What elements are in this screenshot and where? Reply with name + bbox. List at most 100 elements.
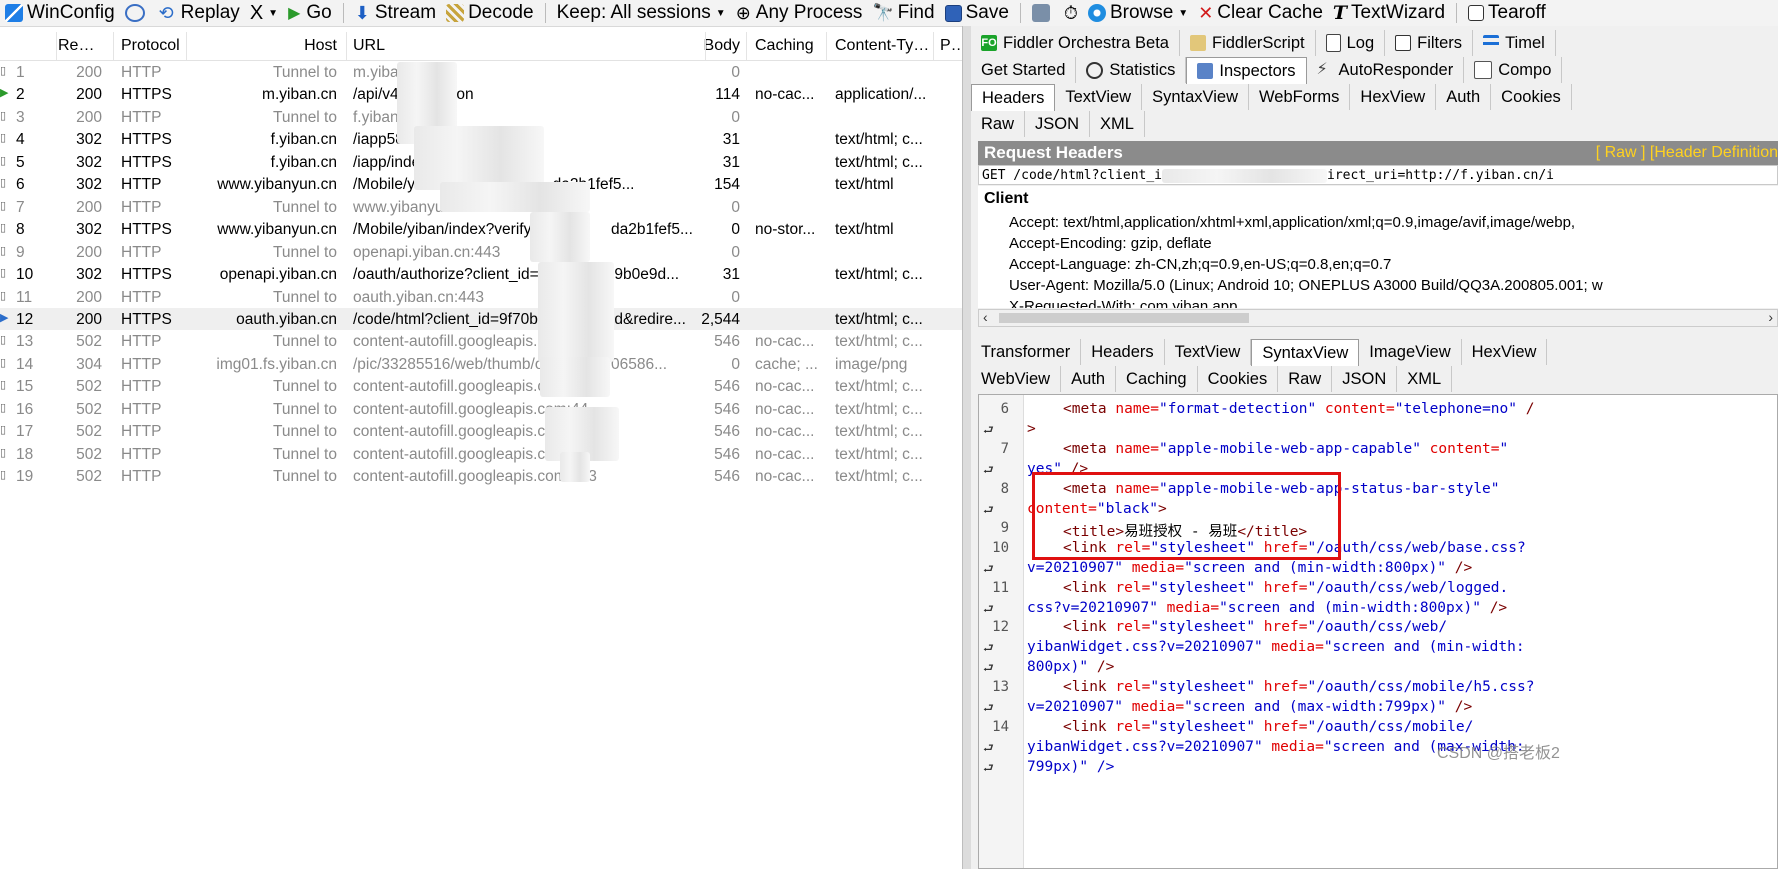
- find-button[interactable]: 🔭 Find: [867, 0, 939, 26]
- tab-response-caching[interactable]: Caching: [1116, 366, 1198, 392]
- tab-composer[interactable]: Compo: [1464, 57, 1563, 83]
- row-result: 502: [76, 423, 102, 441]
- tab-response-transformer[interactable]: Transformer: [971, 339, 1082, 365]
- tab-response-raw[interactable]: Raw: [1278, 366, 1333, 392]
- header-x-requested-with[interactable]: X-Requested-With: com.yiban.app: [1009, 298, 1237, 308]
- table-row[interactable]: ▯ 11 200 HTTP Tunnel to oauth.yiban.cn:443 0: [0, 286, 962, 309]
- tab-response-headers[interactable]: Headers: [1081, 339, 1165, 365]
- header-links[interactable]: [ Raw ] [Header Definition: [1596, 144, 1778, 162]
- column-header-result[interactable]: Result: [58, 37, 102, 55]
- column-header-body[interactable]: Body: [680, 37, 740, 55]
- stream-button[interactable]: ⬇ Stream: [350, 0, 441, 26]
- tab-request-xml[interactable]: XML: [1090, 111, 1145, 137]
- tearoff-button[interactable]: Tearoff: [1463, 0, 1551, 26]
- tab-filters[interactable]: Filters: [1385, 30, 1474, 56]
- table-row[interactable]: ▯ 18 502 HTTP Tunnel to content-autofill.goog…: [0, 443, 962, 466]
- save-button[interactable]: Save: [940, 0, 1014, 26]
- row-number: 8: [16, 221, 25, 239]
- tab-fiddler-orchestra[interactable]: FO Fiddler Orchestra Beta: [971, 30, 1180, 56]
- tab-request-hexview[interactable]: HexView: [1350, 84, 1437, 110]
- tab-autoresponder[interactable]: ⚡ AutoResponder: [1307, 57, 1465, 83]
- tab-statistics[interactable]: Statistics: [1076, 57, 1187, 83]
- tab-response-webview[interactable]: WebView: [971, 366, 1062, 392]
- comment-button[interactable]: [120, 0, 154, 26]
- table-row[interactable]: ▯ 15 502 HTTP Tunnel to content-autofill.goog…: [0, 375, 962, 398]
- any-process-button[interactable]: ⊕ Any Process: [731, 0, 868, 26]
- tab-response-auth[interactable]: Auth: [1061, 366, 1117, 392]
- tab-response-cookies[interactable]: Cookies: [1198, 366, 1279, 392]
- table-row[interactable]: ▶2200HTTPSm.yiban.cn/api/v4/ation114no-c…: [0, 83, 962, 106]
- table-row[interactable]: ▯ 8 302 HTTPS www.yibanyun.cn/Mobile/yiban/i…: [0, 218, 962, 241]
- chevron-right-icon[interactable]: ›: [1768, 309, 1773, 325]
- textwizard-button[interactable]: T TextWizard: [1328, 0, 1450, 26]
- browse-button[interactable]: Browse ▼: [1083, 0, 1193, 26]
- tab-inspectors[interactable]: Inspectors: [1186, 57, 1307, 84]
- column-header-url[interactable]: URL: [353, 37, 673, 55]
- table-row[interactable]: ▯ 13 502 HTTP Tunnel to content-autofill.goog…: [0, 330, 962, 353]
- keep-sessions-dropdown[interactable]: Keep: All sessions ▼: [552, 0, 731, 26]
- tab-request-webforms[interactable]: WebForms: [1249, 84, 1351, 110]
- row-url: openapi.yiban.cn:443: [353, 243, 501, 261]
- remove-button[interactable]: X ▼: [245, 0, 283, 26]
- table-row[interactable]: ▯ 17 502 HTTP Tunnel to content-autofill.goog…: [0, 420, 962, 443]
- tab-request-textview[interactable]: TextView: [1055, 84, 1143, 110]
- header-accept-encoding[interactable]: Accept-Encoding: gzip, deflate: [1009, 235, 1212, 252]
- tab-request-syntaxview[interactable]: SyntaxView: [1142, 84, 1250, 110]
- column-header-process[interactable]: Pro: [940, 37, 962, 55]
- tab-request-cookies[interactable]: Cookies: [1491, 84, 1572, 110]
- table-row[interactable]: ▯ 19 502 HTTP Tunnel to content-autofill.goog…: [0, 465, 962, 488]
- tab-response-xml[interactable]: XML: [1397, 366, 1453, 392]
- table-row[interactable]: ▯ 14 304 HTTP img01.fs.yiban.cn/pic/33285516…: [0, 353, 962, 376]
- row-url: content-autofill.googleapis.com:443: [353, 423, 597, 441]
- table-row[interactable]: ▶ 12 200 HTTPS oauth.yiban.cn/code/html?clie…: [0, 307, 962, 331]
- tab-response-syntaxview[interactable]: SyntaxView: [1251, 339, 1360, 366]
- screenshot-button[interactable]: [1027, 0, 1059, 26]
- header-horizontal-scrollbar[interactable]: ‹ ›: [978, 309, 1778, 327]
- column-header-protocol[interactable]: Protocol: [121, 37, 185, 55]
- row-host: Tunnel to: [272, 198, 337, 216]
- lightning-icon: ⚡: [1316, 61, 1328, 78]
- row-host: Tunnel to: [272, 423, 337, 441]
- decode-button[interactable]: Decode: [441, 0, 539, 26]
- row-protocol: HTTPS: [121, 86, 172, 104]
- column-header-host[interactable]: Host: [186, 37, 337, 55]
- tab-fiddlerscript[interactable]: FiddlerScript: [1180, 30, 1316, 56]
- tab-request-json[interactable]: JSON: [1025, 111, 1091, 137]
- tab-response-imageview[interactable]: ImageView: [1359, 339, 1462, 365]
- clear-cache-button[interactable]: ✕ Clear Cache: [1193, 0, 1328, 26]
- go-button[interactable]: ▶ Go: [283, 0, 337, 26]
- winconfig-button[interactable]: WinConfig: [0, 0, 120, 26]
- tab-timeline[interactable]: Timel: [1473, 30, 1556, 56]
- tab-log[interactable]: Log: [1316, 30, 1386, 56]
- tab-request-raw[interactable]: Raw: [971, 111, 1026, 137]
- row-host: img01.fs.yiban.cn: [216, 355, 337, 373]
- row-result: 200: [76, 86, 102, 104]
- row-caching: no-cac...: [755, 400, 815, 418]
- tab-request-auth[interactable]: Auth: [1436, 84, 1492, 110]
- row-body-size: 154: [714, 176, 740, 194]
- replay-button[interactable]: ⟲ Replay: [154, 0, 245, 26]
- row-caching: no-cac...: [755, 468, 815, 486]
- header-accept-language[interactable]: Accept-Language: zh-CN,zh;q=0.9,en-US;q=…: [1009, 256, 1391, 273]
- table-row[interactable]: ▯ 16 502 HTTP Tunnel to content-autofill.goog…: [0, 398, 962, 421]
- table-row[interactable]: ▯ 9 200 HTTP Tunnel to openapi.yiban.cn:443 0: [0, 241, 962, 264]
- header-user-agent[interactable]: User-Agent: Mozilla/5.0 (Linux; Android …: [1009, 277, 1603, 294]
- privacy-blur: [440, 182, 590, 212]
- tab-response-json[interactable]: JSON: [1332, 366, 1398, 392]
- timer-button[interactable]: ⏱: [1059, 0, 1083, 26]
- chevron-left-icon[interactable]: ‹: [983, 309, 988, 325]
- table-row[interactable]: ▯ 1 200 HTTP Tunnel to m.yiban 0: [0, 61, 962, 84]
- header-accept[interactable]: Accept: text/html,application/xhtml+xml,…: [1009, 214, 1575, 231]
- tab-request-headers[interactable]: Headers: [971, 84, 1056, 111]
- column-header-caching[interactable]: Caching: [755, 37, 825, 55]
- row-number: 4: [16, 131, 25, 149]
- toolbar-divider: [1456, 3, 1458, 23]
- tab-get-started[interactable]: Get Started: [971, 57, 1077, 83]
- table-row[interactable]: ▯ 10 302 HTTPS openapi.yiban.cn/oauth/author…: [0, 263, 962, 286]
- tab-response-textview[interactable]: TextView: [1165, 339, 1252, 365]
- row-host: www.yibanyun.cn: [217, 176, 337, 194]
- column-header-content-type[interactable]: Content-Type: [835, 37, 931, 55]
- syntax-view-editor[interactable]: 6 7 8 9 10 11 12 13 14 ⮐ ⮐ ⮐ ⮐ ⮐ ⮐ ⮐ ⮐ ⮐…: [978, 394, 1778, 869]
- tab-response-hexview[interactable]: HexView: [1462, 339, 1548, 365]
- scrollbar-thumb[interactable]: [999, 313, 1249, 323]
